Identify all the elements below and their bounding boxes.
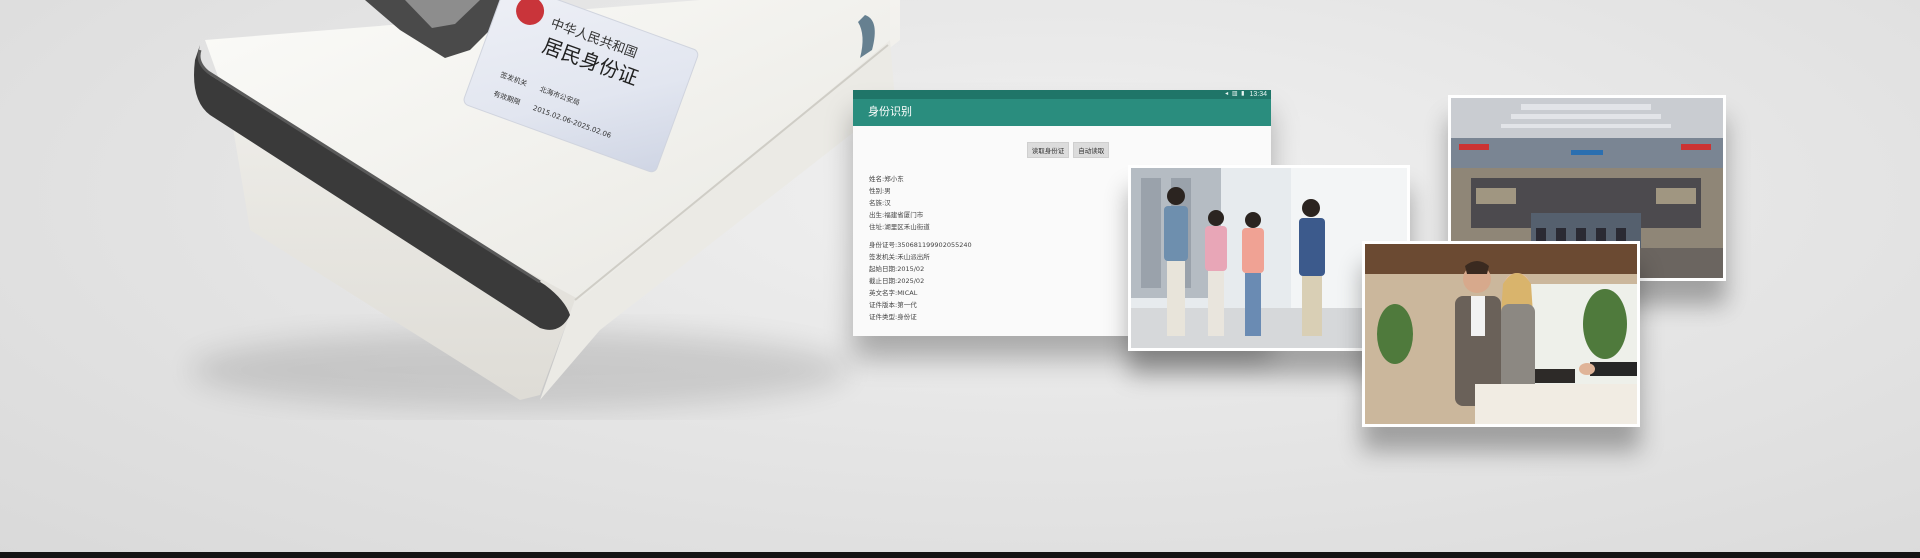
status-bar: ◂ ▥ ▮ 13:34 xyxy=(853,90,1271,99)
info-row-start-date: 起始日期:2015/02 xyxy=(869,265,925,273)
id-card-reader-device: 中华人民共和国 居民身份证 签发机关 北海市公安局 有效期限 2015.02.0… xyxy=(190,0,900,410)
bottom-bar xyxy=(0,552,1920,558)
info-row-type: 证件类型:身份证 xyxy=(869,313,917,321)
photo-hotel-checkin xyxy=(1362,241,1640,427)
info-row-gender: 性别:男 xyxy=(869,187,891,195)
action-buttons: 读取身份证 自动读取 xyxy=(853,142,1271,158)
status-icons: ◂ ▥ ▮ xyxy=(1225,91,1246,97)
banner-stage: 中华人民共和国 居民身份证 签发机关 北海市公安局 有效期限 2015.02.0… xyxy=(0,0,1920,558)
info-row-address: 住址:湖里区禾山街道 xyxy=(869,223,930,231)
app-title: 身份识别 xyxy=(853,99,1271,126)
id-info-list: 姓名:郑小东 性别:男 名族:汉 出生:福建省厦门市 住址:湖里区禾山街道 身份… xyxy=(869,173,972,323)
info-row-name: 姓名:郑小东 xyxy=(869,175,904,183)
status-time: 13:34 xyxy=(1249,91,1267,98)
read-id-card-button[interactable]: 读取身份证 xyxy=(1026,142,1070,158)
auto-read-button[interactable]: 自动读取 xyxy=(1073,142,1110,158)
info-row-english-name: 英文名字:MICAL xyxy=(869,289,918,297)
info-row-birth: 出生:福建省厦门市 xyxy=(869,211,924,219)
info-row-ethnicity: 名族:汉 xyxy=(869,199,891,207)
info-row-end-date: 截止日期:2025/02 xyxy=(869,277,925,285)
info-row-issuer: 签发机关:禾山派出所 xyxy=(869,253,930,261)
info-row-version: 证件版本:第一代 xyxy=(869,301,917,309)
info-row-id-number: 身份证号:350681199902055240 xyxy=(869,241,972,249)
